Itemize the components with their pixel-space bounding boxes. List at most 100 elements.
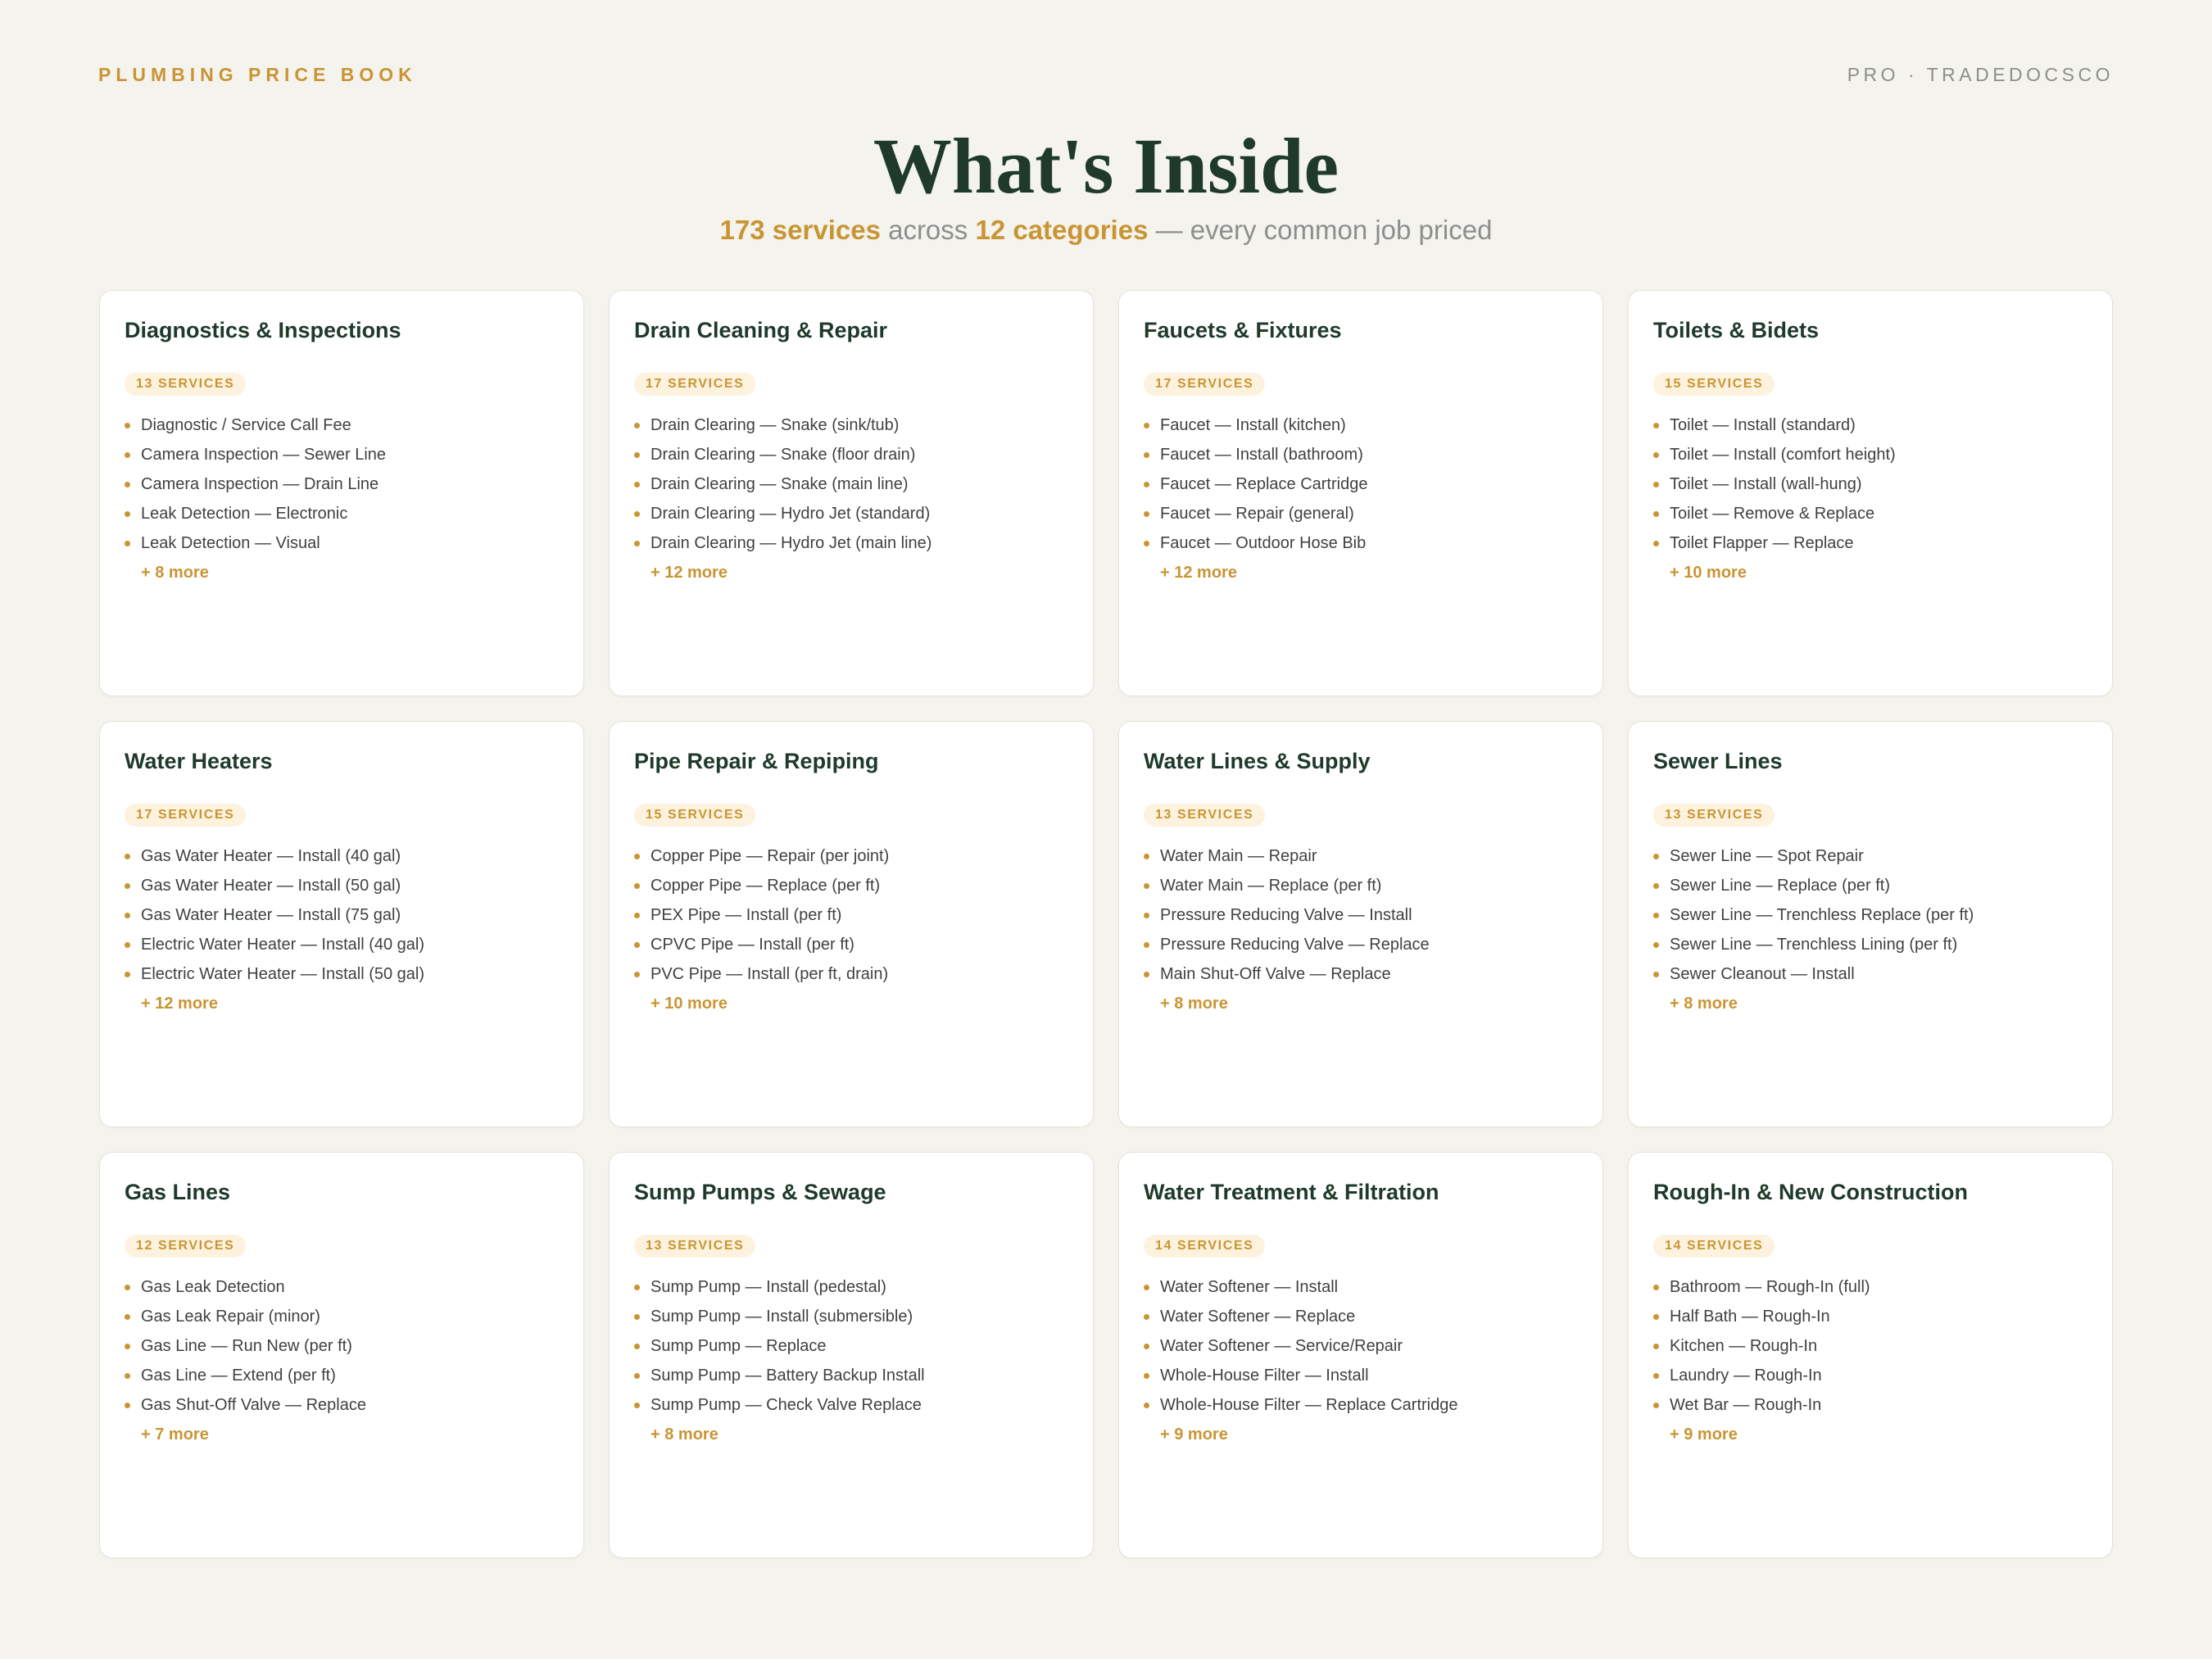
service-item: Sump Pump — Battery Backup Install [634, 1361, 1068, 1390]
more-services-link: + 8 more [1160, 995, 1228, 1013]
services-count-badge: 15 SERVICES [634, 804, 756, 827]
services-count: 17 [1155, 377, 1172, 391]
service-list: Gas Water Heater — Install (40 gal) Gas W… [125, 841, 559, 989]
service-list: Water Softener — Install Water Softener —… [1144, 1272, 1578, 1420]
service-item: Copper Pipe — Replace (per ft) [634, 871, 1068, 900]
services-label: SERVICES [158, 808, 235, 822]
services-count-badge: 12 SERVICES [125, 1235, 247, 1258]
service-item: Water Main — Repair [1144, 841, 1578, 871]
service-list: Water Main — Repair Water Main — Replace … [1144, 841, 1578, 989]
services-total: 173 services [719, 215, 881, 245]
service-item: Water Softener — Install [1144, 1272, 1578, 1302]
service-item: Electric Water Heater — Install (50 gal) [125, 959, 559, 989]
services-label: SERVICES [1687, 1239, 1764, 1253]
more-services-link: + 9 more [1670, 1426, 1738, 1444]
category-card: Pipe Repair & Repiping 15 SERVICES Copper P… [609, 721, 1094, 1127]
service-item: Drain Clearing — Snake (floor drain) [634, 440, 1068, 469]
more-services-link: + 12 more [650, 564, 728, 582]
service-item: Water Main — Replace (per ft) [1144, 871, 1578, 900]
category-title: Rough-In & New Construction [1653, 1180, 1968, 1204]
service-item: Toilet Flapper — Replace [1653, 528, 2087, 558]
service-list: Copper Pipe — Repair (per joint) Copper P… [634, 841, 1068, 989]
category-card: Water Lines & Supply 13 SERVICES Water Main… [1118, 721, 1603, 1127]
service-item: Whole-House Filter — Replace Cartridge [1144, 1390, 1578, 1420]
service-item: Faucet — Repair (general) [1144, 499, 1578, 528]
page-title: What's Inside [873, 122, 1339, 210]
service-list: Diagnostic / Service Call Fee Camera Insp… [125, 410, 559, 558]
service-item: Toilet — Install (standard) [1653, 410, 2087, 440]
category-grid: Diagnostics & Inspections 13 SERVICES Diagn… [99, 290, 2113, 1558]
publisher-tag: PRO · TRADEDOCSCO [1847, 64, 2114, 85]
more-services-link: + 12 more [141, 995, 218, 1013]
service-item: Faucet — Install (bathroom) [1144, 440, 1578, 469]
services-count-badge: 13 SERVICES [125, 373, 247, 396]
services-count: 13 [1665, 808, 1682, 822]
category-title: Drain Cleaning & Repair [634, 318, 888, 342]
service-item: CPVC Pipe — Install (per ft) [634, 930, 1068, 959]
services-count: 17 [136, 808, 153, 822]
category-title: Water Lines & Supply [1144, 749, 1371, 773]
service-item: Gas Shut-Off Valve — Replace [125, 1390, 559, 1420]
page-subtitle: 173 services across 12 categories — ever… [0, 215, 2212, 246]
service-item: PEX Pipe — Install (per ft) [634, 900, 1068, 930]
services-count-badge: 14 SERVICES [1144, 1235, 1266, 1258]
services-label: SERVICES [1177, 1239, 1254, 1253]
service-item: Laundry — Rough-In [1653, 1361, 2087, 1390]
services-label: SERVICES [1687, 808, 1764, 822]
services-count-badge: 15 SERVICES [1653, 373, 1775, 396]
service-list: Drain Clearing — Snake (sink/tub) Drain C… [634, 410, 1068, 558]
service-item: Drain Clearing — Snake (main line) [634, 469, 1068, 499]
category-title: Sewer Lines [1653, 749, 1783, 773]
service-item: Water Softener — Service/Repair [1144, 1331, 1578, 1361]
service-item: Sewer Line — Trenchless Replace (per ft) [1653, 900, 2087, 930]
service-item: Gas Line — Extend (per ft) [125, 1361, 559, 1390]
subtitle-across: across [888, 215, 968, 245]
service-item: Water Softener — Replace [1144, 1302, 1578, 1331]
service-item: Toilet — Install (comfort height) [1653, 440, 2087, 469]
services-label: SERVICES [668, 808, 745, 822]
category-title: Toilets & Bidets [1653, 318, 1820, 342]
categories-total: 12 categories [975, 215, 1149, 245]
service-item: Pressure Reducing Valve — Replace [1144, 930, 1578, 959]
brand-label: PLUMBING PRICE BOOK [98, 64, 417, 85]
services-count: 14 [1155, 1239, 1172, 1253]
subtitle-tail: — every common job priced [1155, 215, 1493, 245]
services-count-badge: 17 SERVICES [634, 373, 756, 396]
category-card: Faucets & Fixtures 17 SERVICES Faucet — Ins… [1118, 290, 1603, 696]
service-item: Kitchen — Rough-In [1653, 1331, 2087, 1361]
category-card: Sewer Lines 13 SERVICES Sewer Line — Spot R… [1628, 721, 2113, 1127]
service-item: Sump Pump — Install (submersible) [634, 1302, 1068, 1331]
category-title: Faucets & Fixtures [1144, 318, 1342, 342]
category-card: Toilets & Bidets 15 SERVICES Toilet — Insta… [1628, 290, 2113, 696]
category-card: Water Heaters 17 SERVICES Gas Water Heater … [99, 721, 584, 1127]
service-item: Sump Pump — Check Valve Replace [634, 1390, 1068, 1420]
category-title: Gas Lines [125, 1180, 231, 1204]
more-services-link: + 8 more [141, 564, 209, 582]
category-card: Rough-In & New Construction 14 SERVICES Bat… [1628, 1152, 2113, 1558]
category-title: Water Treatment & Filtration [1144, 1180, 1439, 1204]
service-item: Sewer Line — Spot Repair [1653, 841, 2087, 871]
more-services-link: + 9 more [1160, 1426, 1228, 1444]
service-item: Gas Water Heater — Install (40 gal) [125, 841, 559, 871]
services-count: 13 [1155, 808, 1172, 822]
services-count: 15 [646, 808, 663, 822]
more-services-link: + 8 more [1670, 995, 1738, 1013]
services-count: 17 [646, 377, 663, 391]
service-item: Gas Water Heater — Install (50 gal) [125, 871, 559, 900]
services-count-badge: 17 SERVICES [1144, 373, 1266, 396]
page: PLUMBING PRICE BOOK PRO · TRADEDOCSCO Wh… [0, 0, 2212, 1659]
services-count: 12 [136, 1239, 153, 1253]
service-list: Sewer Line — Spot Repair Sewer Line — Rep… [1653, 841, 2087, 989]
service-list: Faucet — Install (kitchen) Faucet — Insta… [1144, 410, 1578, 558]
service-item: Sewer Line — Trenchless Lining (per ft) [1653, 930, 2087, 959]
service-item: Whole-House Filter — Install [1144, 1361, 1578, 1390]
service-item: Drain Clearing — Hydro Jet (standard) [634, 499, 1068, 528]
category-title: Pipe Repair & Repiping [634, 749, 879, 773]
category-title: Diagnostics & Inspections [125, 318, 401, 342]
service-item: Faucet — Replace Cartridge [1144, 469, 1578, 499]
services-count: 14 [1665, 1239, 1682, 1253]
more-services-link: + 10 more [1670, 564, 1747, 582]
service-item: Wet Bar — Rough-In [1653, 1390, 2087, 1420]
services-label: SERVICES [668, 377, 745, 391]
services-label: SERVICES [158, 377, 235, 391]
